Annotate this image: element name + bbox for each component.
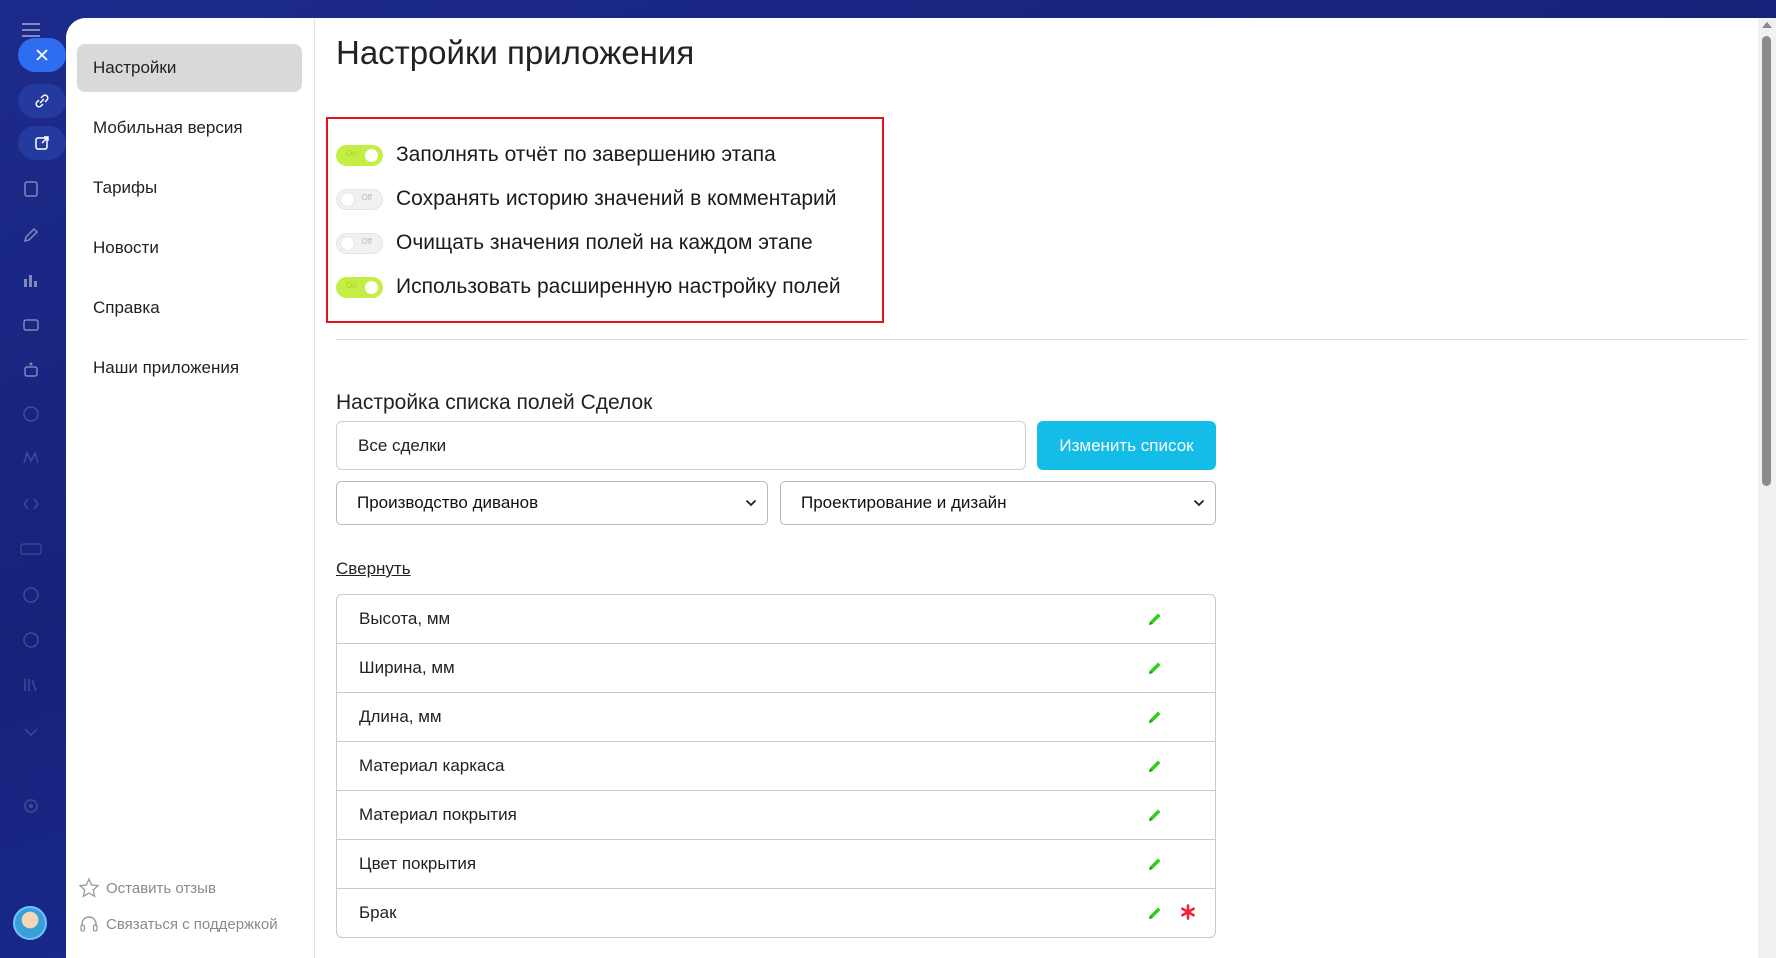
toggle-label: Очищать значения полей на каждом этапе [396,231,813,254]
chart-icon[interactable] [20,269,42,291]
toggle-label: Использовать расширенную настройку полей [396,275,841,298]
pencil-icon[interactable] [1147,709,1163,725]
mail-icon[interactable] [20,447,42,469]
settings-sidebar: Настройки Мобильная версия Тарифы Новост… [66,18,315,958]
table-row: Материал покрытия [337,791,1215,840]
code-icon[interactable] [20,493,42,515]
toggle-row-extended-fields[interactable]: On Использовать расширенную настройку по… [336,275,841,299]
document-icon[interactable] [20,178,42,200]
sidebar-item-our-apps[interactable]: Наши приложения [77,344,302,392]
table-row: Цвет покрытия [337,840,1215,889]
toggle-switch[interactable]: On [336,144,383,166]
sidebar-item-label: Справка [93,298,160,317]
feedback-label: Оставить отзыв [106,879,216,897]
toggle-row-fill-report[interactable]: On Заполнять отчёт по завершению этапа [336,143,776,167]
app-panel: Настройки Мобильная версия Тарифы Новост… [66,18,1776,958]
asterisk-icon [1181,904,1195,920]
card-icon[interactable] [20,314,42,336]
portal-left-menu [0,0,70,958]
toggle-state-label: On [346,148,357,158]
sidebar-item-label: Новости [93,238,159,257]
field-name: Брак [359,903,397,922]
external-link-icon[interactable] [18,126,66,160]
table-row: Высота, мм [337,595,1215,644]
deals-filter-input[interactable] [336,421,1026,470]
box-icon[interactable] [20,403,42,425]
field-name: Материал покрытия [359,805,517,824]
field-name: Ширина, мм [359,658,455,677]
field-name: Высота, мм [359,609,451,628]
collapse-link[interactable]: Свернуть [336,559,411,579]
pencil-icon[interactable] [1147,905,1163,921]
sidebar-item-help[interactable]: Справка [77,284,302,332]
chevron-down-icon [1193,499,1205,507]
pencil-icon[interactable] [1147,660,1163,676]
toggle-state-label: Off [361,192,372,202]
scrollbar[interactable] [1758,18,1776,958]
headset-icon [80,916,98,932]
pencil-icon[interactable] [1147,611,1163,627]
star-icon [78,877,100,898]
table-row: Ширина, мм [337,644,1215,693]
toggle-label: Сохранять историю значений в комментарий [396,187,837,210]
pen-icon[interactable] [20,224,42,246]
fields-table: Высота, мм Ширина, мм Длина, мм Материал… [336,594,1216,938]
toggle-knob [365,280,378,294]
table-row: Длина, мм [337,693,1215,742]
mcp-icon[interactable] [20,538,42,560]
page-title: Настройки приложения [336,34,695,71]
section-divider [336,339,1748,340]
feedback-link[interactable]: Оставить отзыв [78,877,216,899]
table-row: Брак [337,889,1215,937]
scrollbar-thumb[interactable] [1762,36,1771,486]
pencil-icon[interactable] [1147,758,1163,774]
toggle-switch[interactable]: On [336,276,383,298]
close-icon[interactable] [18,38,66,72]
toggle-row-history-comment[interactable]: Off Сохранять историю значений в коммент… [336,187,837,211]
scroll-up-arrow-icon[interactable] [1762,22,1772,28]
chevron-down-icon [745,499,757,507]
sidebar-item-mobile[interactable]: Мобильная версия [77,104,302,152]
table-row: Материал каркаса [337,742,1215,791]
sidebar-item-label: Тарифы [93,178,158,197]
toggle-knob [341,236,354,250]
book-icon[interactable] [20,674,42,696]
pipeline-select-value: Производство диванов [357,493,539,512]
toggle-state-label: Off [361,236,372,246]
toggle-label: Заполнять отчёт по завершению этапа [396,143,776,166]
avatar[interactable] [13,906,47,940]
support-label: Связаться с поддержкой [106,915,278,933]
robot-icon[interactable] [20,359,42,381]
stage-select-value: Проектирование и дизайн [801,493,1007,512]
section-title: Настройка списка полей Сделок [336,391,653,414]
sidebar-item-settings[interactable]: Настройки [77,44,302,92]
sidebar-item-tariffs[interactable]: Тарифы [77,164,302,212]
sidebar-item-news[interactable]: Новости [77,224,302,272]
settings-content: Настройки приложения On Заполнять отчёт … [314,18,1754,958]
user-icon[interactable] [20,584,42,606]
pipeline-select[interactable]: Производство диванов [336,481,768,525]
sidebar-item-label: Наши приложения [93,358,240,377]
change-list-button[interactable]: Изменить список [1037,421,1216,470]
sidebar-item-label: Настройки [93,58,177,77]
field-name: Длина, мм [359,707,442,726]
field-name: Материал каркаса [359,756,505,775]
toggle-switch[interactable]: Off [336,188,383,210]
gear-icon[interactable] [20,795,42,817]
toggle-knob [365,148,378,162]
pencil-icon[interactable] [1147,856,1163,872]
toggle-knob [341,192,354,206]
link-icon[interactable] [18,84,66,118]
toggle-state-label: On [346,280,357,290]
sidebar-item-label: Мобильная версия [93,118,243,137]
pencil-icon[interactable] [1147,807,1163,823]
stage-select[interactable]: Проектирование и дизайн [780,481,1216,525]
folder-icon[interactable] [20,629,42,651]
field-name: Цвет покрытия [359,854,477,873]
support-link[interactable]: Связаться с поддержкой [78,913,278,935]
toggle-switch[interactable]: Off [336,232,383,254]
toggle-row-clear-fields[interactable]: Off Очищать значения полей на каждом эта… [336,231,813,255]
chevron-down-icon[interactable] [20,721,42,743]
